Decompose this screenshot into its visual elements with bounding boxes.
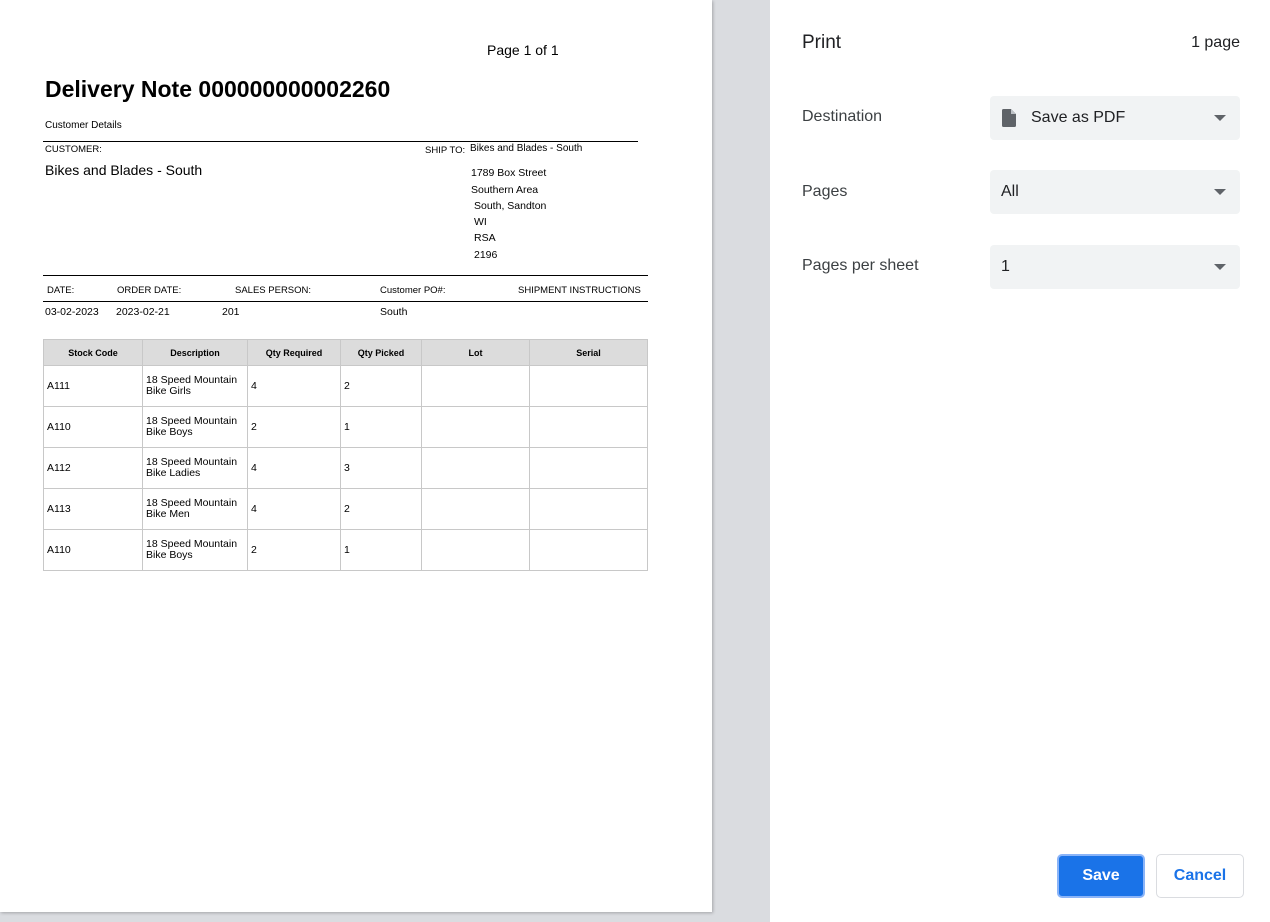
cell-description: 18 Speed Mountain Bike Men	[142, 488, 248, 530]
ship-to-name: Bikes and Blades - South	[470, 143, 583, 154]
cell-qty-picked: 2	[340, 488, 422, 530]
customer-po-value: South	[380, 306, 408, 318]
cell-qty-picked: 1	[340, 406, 422, 448]
cell-serial	[529, 365, 648, 407]
customer-name: Bikes and Blades - South	[45, 162, 203, 178]
shipment-instructions-header: SHIPMENT INSTRUCTIONS	[518, 285, 641, 296]
column-header: Serial	[529, 339, 648, 366]
cell-qty-picked: 1	[340, 529, 422, 571]
cell-lot	[421, 447, 530, 489]
cell-lot	[421, 529, 530, 571]
cell-qty-picked: 3	[340, 447, 422, 489]
date-header: DATE:	[47, 285, 75, 296]
order-date-value: 2023-02-21	[116, 306, 170, 318]
ship-to-address-line: 1789 Box Street	[471, 167, 547, 179]
ship-to-address-line: 2196	[474, 249, 498, 261]
sales-person-value: 201	[222, 306, 240, 318]
table-row: A113 18 Speed Mountain Bike Men 4 2	[43, 488, 648, 530]
ship-to-address-line: South, Sandton	[474, 200, 547, 212]
divider	[43, 141, 638, 142]
chevron-down-icon	[1214, 264, 1226, 270]
order-date-header: ORDER DATE:	[117, 285, 182, 296]
column-header: Qty Picked	[340, 339, 422, 366]
cell-lot	[421, 488, 530, 530]
divider	[43, 301, 648, 302]
pages-label: Pages	[802, 183, 848, 200]
column-header: Stock Code	[43, 339, 143, 366]
cell-description: 18 Speed Mountain Bike Boys	[142, 529, 248, 571]
cell-stock-code: A113	[43, 488, 143, 530]
cell-stock-code: A112	[43, 447, 143, 489]
pdf-file-icon	[1002, 109, 1016, 127]
customer-label: CUSTOMER:	[45, 144, 102, 155]
cell-stock-code: A111	[43, 365, 143, 407]
table-row: A110 18 Speed Mountain Bike Boys 2 1	[43, 406, 648, 448]
cell-serial	[529, 447, 648, 489]
print-settings-panel: Print 1 page Destination Save as PDF Pag…	[770, 0, 1270, 922]
customer-po-header: Customer PO#:	[380, 285, 446, 296]
pages-value: All	[1001, 183, 1019, 200]
customer-details-label: Customer Details	[45, 120, 122, 131]
cell-qty-required: 2	[247, 529, 341, 571]
cell-qty-picked: 2	[340, 365, 422, 407]
cell-description: 18 Speed Mountain Bike Ladies	[142, 447, 248, 489]
chevron-down-icon	[1214, 115, 1226, 121]
ship-to-address-line: WI	[474, 216, 487, 228]
pages-per-sheet-select[interactable]: 1	[990, 245, 1240, 289]
ship-to-address-line: Southern Area	[471, 184, 539, 196]
column-header: Qty Required	[247, 339, 341, 366]
document-title: Delivery Note 000000000002260	[45, 76, 391, 102]
cell-serial	[529, 488, 648, 530]
cell-lot	[421, 406, 530, 448]
pages-select[interactable]: All	[990, 170, 1240, 214]
date-value: 03-02-2023	[45, 306, 99, 318]
save-button[interactable]: Save	[1057, 854, 1145, 898]
column-header: Lot	[421, 339, 530, 366]
cell-lot	[421, 365, 530, 407]
page-number: Page 1 of 1	[487, 42, 559, 58]
column-header: Description	[142, 339, 248, 366]
cell-description: 18 Speed Mountain Bike Girls	[142, 365, 248, 407]
cell-qty-required: 2	[247, 406, 341, 448]
divider	[43, 275, 648, 276]
print-title: Print	[802, 32, 842, 53]
table-row: A110 18 Speed Mountain Bike Boys 2 1	[43, 529, 648, 571]
table-row: A111 18 Speed Mountain Bike Girls 4 2	[43, 365, 648, 407]
cancel-button[interactable]: Cancel	[1156, 854, 1244, 898]
ship-to-label: SHIP TO:	[425, 145, 466, 156]
destination-value: Save as PDF	[1031, 109, 1126, 126]
sheet-count: 1 page	[1191, 34, 1240, 51]
print-preview-area: Page 1 of 1 Delivery Note 00000000000226…	[0, 0, 770, 922]
cell-stock-code: A110	[43, 406, 143, 448]
table-row: A112 18 Speed Mountain Bike Ladies 4 3	[43, 447, 648, 489]
chevron-down-icon	[1214, 189, 1226, 195]
items-table: Stock Code Description Qty Required Qty …	[43, 339, 648, 571]
cell-qty-required: 4	[247, 488, 341, 530]
destination-select[interactable]: Save as PDF	[990, 96, 1240, 140]
cell-stock-code: A110	[43, 529, 143, 571]
cell-serial	[529, 406, 648, 448]
pages-per-sheet-label: Pages per sheet	[802, 257, 919, 274]
sales-person-header: SALES PERSON:	[235, 285, 312, 296]
cell-qty-required: 4	[247, 365, 341, 407]
table-header-row: Stock Code Description Qty Required Qty …	[43, 339, 648, 366]
pages-per-sheet-value: 1	[1001, 258, 1010, 275]
ship-to-address-line: RSA	[474, 232, 496, 244]
cell-serial	[529, 529, 648, 571]
destination-label: Destination	[802, 108, 883, 125]
cell-qty-required: 4	[247, 447, 341, 489]
cell-description: 18 Speed Mountain Bike Boys	[142, 406, 248, 448]
preview-page: Page 1 of 1 Delivery Note 00000000000226…	[0, 0, 712, 912]
